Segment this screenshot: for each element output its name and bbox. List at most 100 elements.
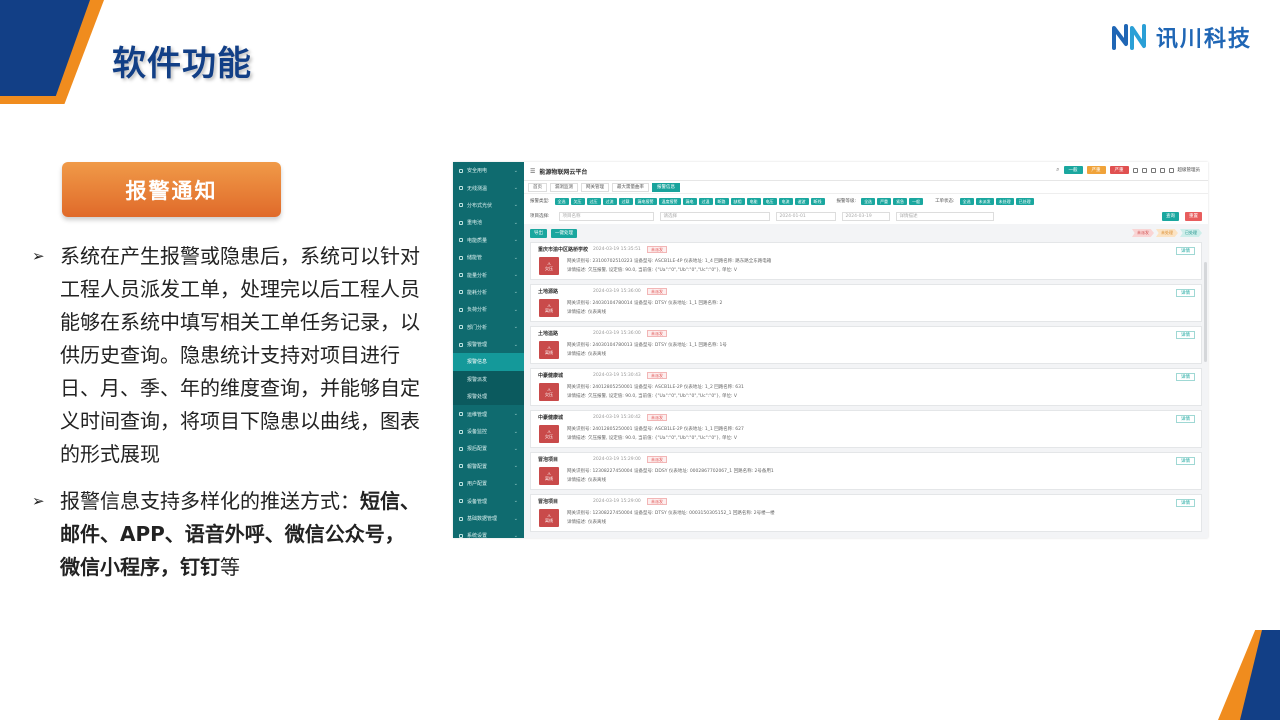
alarm-type-label: 欠压 bbox=[545, 265, 553, 271]
bullet-text-prefix: 报警信息支持多样化的推送方式： bbox=[60, 489, 360, 513]
sidebar-item-label: 设备管理 bbox=[467, 498, 488, 505]
alarm-level-badge[interactable]: 严重 bbox=[1109, 166, 1129, 174]
alarm-type-chip[interactable]: 断线 bbox=[810, 197, 825, 205]
query-button[interactable]: 查询 bbox=[1162, 211, 1179, 221]
alarm-status-tag: 未派发 bbox=[647, 372, 667, 379]
user-name[interactable]: 超级管理员 bbox=[1178, 167, 1201, 173]
work-order-state-chip[interactable]: 全选 bbox=[959, 197, 974, 205]
alarm-time: 2024-03-19 15:36:00 bbox=[593, 289, 641, 294]
sidebar-item[interactable]: 报警派发 bbox=[453, 370, 524, 389]
bell-icon[interactable] bbox=[1141, 167, 1147, 173]
alarm-description: 详情描述: 欠压报警, 设定值: 90.0, 当前值: {"Ua":"0","U… bbox=[567, 436, 737, 441]
sidebar-item[interactable]: 设备管理 ⌄ bbox=[453, 492, 524, 509]
app-screenshot: 安全用电 ⌄ 无线测温 ⌄ 分布式光伏 ⌄ 重电池 ⌄ 电能质量 ⌄ 储能管 ⌄ 能量分析 ⌄ 能耗分析 ⌄ 负… bbox=[453, 162, 1208, 538]
alarm-type-chip[interactable]: 电流 bbox=[778, 197, 793, 205]
alarm-type-chip[interactable]: 过温 bbox=[698, 197, 713, 205]
sidebar-item[interactable]: 设备监控 ⌄ bbox=[453, 423, 524, 440]
date-to-input[interactable]: 2024-03-19 bbox=[841, 211, 890, 221]
sidebar-item[interactable]: 运维管理 ⌄ bbox=[453, 405, 524, 422]
sidebar-item[interactable]: 能耗分析 ⌄ bbox=[453, 284, 524, 301]
alarm-level-chip[interactable]: 严重 bbox=[877, 197, 892, 205]
alarm-level-chip[interactable]: 一般 bbox=[909, 197, 924, 205]
sidebar-item[interactable]: 系统设置 ⌄ bbox=[453, 527, 524, 538]
alarm-level-badge[interactable]: 严重 bbox=[1086, 166, 1106, 174]
sidebar-item[interactable]: 分布式光伏 ⌄ bbox=[453, 197, 524, 214]
layout-icon[interactable] bbox=[1159, 167, 1165, 173]
sidebar-item[interactable]: 安全用电 ⌄ bbox=[453, 162, 524, 179]
alarm-type-chip[interactable]: 过流 bbox=[602, 197, 617, 205]
keyword-input[interactable]: 详情描述 bbox=[895, 211, 994, 221]
alarm-type-chip[interactable]: 缺相 bbox=[730, 197, 745, 205]
alarm-type-chip[interactable]: 断路 bbox=[714, 197, 729, 205]
sidebar-item[interactable]: 能量分析 ⌄ bbox=[453, 266, 524, 283]
menu-icon[interactable]: ☰ bbox=[530, 168, 535, 175]
alarm-type-chip[interactable]: 温度报警 bbox=[658, 197, 681, 205]
search-icon[interactable]: ⌕ bbox=[1056, 166, 1059, 174]
sidebar-item[interactable]: 报警管理 ⌄ bbox=[453, 336, 524, 353]
sidebar-item[interactable]: 報警配置 ⌄ bbox=[453, 458, 524, 475]
detail-button[interactable]: 详情 bbox=[1176, 499, 1195, 507]
tab-item[interactable]: 报警信息 bbox=[652, 182, 680, 192]
sidebar-item[interactable]: 负荷分析 ⌄ bbox=[453, 301, 524, 318]
sidebar-item[interactable]: 基础数据管理 ⌄ bbox=[453, 510, 524, 527]
alarm-type-chip[interactable]: 电能 bbox=[746, 197, 761, 205]
chevron-down-icon: ⌄ bbox=[513, 532, 518, 538]
sidebar-item[interactable]: 重电池 ⌄ bbox=[453, 214, 524, 231]
chevron-down-icon: ⌄ bbox=[513, 428, 518, 435]
sidebar-item-label: 报警处理 bbox=[467, 394, 488, 401]
sidebar-item[interactable]: 部门分析 ⌄ bbox=[453, 319, 524, 336]
detail-button[interactable]: 详情 bbox=[1176, 457, 1195, 465]
alarm-type-chip[interactable]: 欠压 bbox=[570, 197, 585, 205]
alarm-type-chip[interactable]: 电压 bbox=[762, 197, 777, 205]
sidebar-item-icon bbox=[459, 255, 463, 260]
detail-button[interactable]: 详情 bbox=[1176, 331, 1195, 339]
settings-icon[interactable] bbox=[1150, 167, 1156, 173]
sidebar-item[interactable]: 用户配置 ⌄ bbox=[453, 475, 524, 492]
detail-button[interactable]: 详情 bbox=[1176, 289, 1195, 297]
work-order-state-chip[interactable]: 未派发 bbox=[975, 197, 994, 205]
alarm-type-chip[interactable]: 漏电报警 bbox=[634, 197, 657, 205]
alarm-type-chip[interactable]: 过压 bbox=[586, 197, 601, 205]
alarm-level-chip[interactable]: 全选 bbox=[861, 197, 876, 205]
sidebar-item[interactable]: 储能管 ⌄ bbox=[453, 249, 524, 266]
detail-button[interactable]: 详情 bbox=[1176, 373, 1195, 381]
detail-button[interactable]: 详情 bbox=[1176, 415, 1195, 423]
date-from-input[interactable]: 2024-01-01 bbox=[775, 211, 836, 221]
status-step: 未处理 bbox=[1156, 229, 1178, 237]
alarm-level-badge[interactable]: 一般 bbox=[1063, 166, 1083, 174]
detail-button[interactable]: 详情 bbox=[1176, 247, 1195, 255]
reset-button[interactable]: 重置 bbox=[1185, 211, 1202, 221]
chevron-down-icon: ⌄ bbox=[513, 167, 518, 174]
work-order-state-chip[interactable]: 已处理 bbox=[1015, 197, 1034, 205]
scrollbar[interactable] bbox=[1204, 262, 1207, 362]
export-button[interactable]: 导出 bbox=[530, 228, 547, 238]
app-main: ☰ 能源物联网云平台 ⌕ 一般 严重 严重 超级管理员 首页 漏洞监测 网关管理 最大需量曲… bbox=[524, 162, 1208, 538]
tab-item[interactable]: 首页 bbox=[528, 182, 547, 192]
tab-item[interactable]: 漏洞监测 bbox=[550, 182, 578, 192]
fullscreen-icon[interactable] bbox=[1132, 167, 1138, 173]
sidebar-item[interactable]: 报后配置 ⌄ bbox=[453, 440, 524, 457]
sidebar-item[interactable]: 无线测温 ⌄ bbox=[453, 179, 524, 196]
status-step: 未派发 bbox=[1132, 229, 1154, 237]
alarm-level-chip[interactable]: 紧急 bbox=[893, 197, 908, 205]
device-select[interactable]: 请选择 bbox=[659, 211, 770, 221]
sidebar-item[interactable]: 报警处理 bbox=[453, 388, 524, 406]
tab-item[interactable]: 网关管理 bbox=[581, 182, 609, 192]
sidebar-item[interactable]: 报警信息 bbox=[453, 353, 524, 371]
alarm-type-label: 欠压 bbox=[545, 433, 553, 439]
work-order-state-chip[interactable]: 未处理 bbox=[995, 197, 1014, 205]
alarm-type-chip[interactable]: 漏电 bbox=[682, 197, 697, 205]
sidebar-item-label: 系统设置 bbox=[467, 533, 488, 538]
shirt-icon[interactable] bbox=[1168, 167, 1174, 173]
bullet-item: ➢ 系统在产生报警或隐患后，系统可以针对工程人员派发工单，处理完以后工程人员能够… bbox=[32, 240, 422, 471]
tab-item[interactable]: 最大需量曲率 bbox=[612, 182, 649, 192]
alarm-type-chip[interactable]: 过载 bbox=[618, 197, 633, 205]
sidebar-item[interactable]: 电能质量 ⌄ bbox=[453, 232, 524, 249]
section-tag: 报警通知 bbox=[62, 162, 281, 217]
alarm-type-chip[interactable]: 全选 bbox=[554, 197, 569, 205]
alarm-type-chip[interactable]: 谐波 bbox=[794, 197, 809, 205]
project-select[interactable]: 项目名称 bbox=[558, 211, 654, 221]
toolbar: 导出 一键处理 未派发 未处理 已处理 bbox=[524, 224, 1208, 242]
sidebar-item-label: 设备监控 bbox=[467, 429, 488, 436]
batch-process-button[interactable]: 一键处理 bbox=[551, 228, 577, 238]
